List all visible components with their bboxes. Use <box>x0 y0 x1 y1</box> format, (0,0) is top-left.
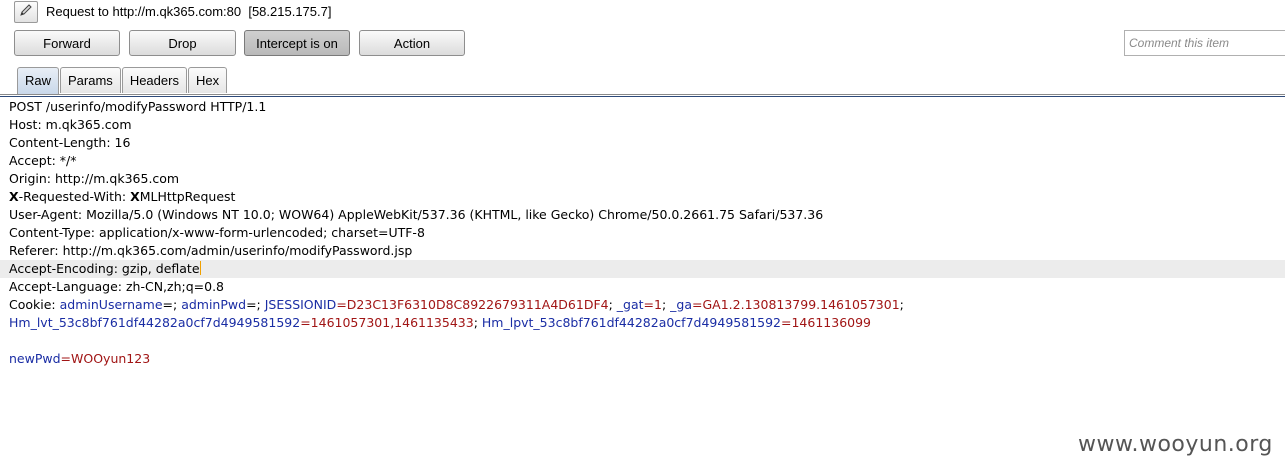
tab-hex[interactable]: Hex <box>187 67 228 93</box>
header-content-type: Content-Type: application/x-www-form-url… <box>9 225 425 240</box>
drop-button[interactable]: Drop <box>129 30 236 56</box>
header-origin: Origin: http://m.qk365.com <box>9 171 180 186</box>
header-user-agent: User-Agent: Mozilla/5.0 (Windows NT 10.0… <box>9 207 824 222</box>
editor-top-border <box>0 96 1285 97</box>
edit-button[interactable] <box>14 1 38 23</box>
tab-params[interactable]: Params <box>60 67 121 93</box>
watermark: www.wooyun.org <box>1078 432 1273 457</box>
text-caret <box>199 261 201 275</box>
tab-divider <box>0 94 1285 95</box>
comment-input[interactable]: Comment this item <box>1124 30 1285 56</box>
header-accept-language: Accept-Language: zh-CN,zh;q=0.8 <box>9 279 225 294</box>
header-accept-encoding: Accept-Encoding: gzip, deflate <box>0 260 1285 278</box>
pencil-icon <box>19 3 33 21</box>
header-cookie: Cookie: adminUsername=; adminPwd=; JSESS… <box>9 297 904 312</box>
header-referer: Referer: http://m.qk365.com/admin/userin… <box>9 243 413 258</box>
header-x-requested-with: X-Requested-With: XMLHttpRequest <box>9 189 236 204</box>
request-body: newPwd=WOOyun123 <box>9 351 151 366</box>
raw-request-editor[interactable]: POST /userinfo/modifyPassword HTTP/1.1 H… <box>0 98 1285 474</box>
header-host: Host: m.qk365.com <box>9 117 132 132</box>
request-line: POST /userinfo/modifyPassword HTTP/1.1 <box>9 99 267 114</box>
header-accept: Accept: */* <box>9 153 77 168</box>
action-button[interactable]: Action <box>359 30 465 56</box>
request-title: Request to http://m.qk365.com:80 [58.215… <box>46 4 332 19</box>
header-content-length: Content-Length: 16 <box>9 135 131 150</box>
intercept-toggle-button[interactable]: Intercept is on <box>244 30 350 56</box>
message-tabs: Raw Params Headers Hex <box>17 67 228 94</box>
tab-headers[interactable]: Headers <box>121 67 187 93</box>
header-cookie-continued: Hm_lvt_53c8bf761df44282a0cf7d4949581592=… <box>9 315 872 330</box>
forward-button[interactable]: Forward <box>14 30 120 56</box>
request-title-bar: Request to http://m.qk365.com:80 [58.215… <box>0 0 1285 24</box>
tab-raw[interactable]: Raw <box>17 67 60 94</box>
